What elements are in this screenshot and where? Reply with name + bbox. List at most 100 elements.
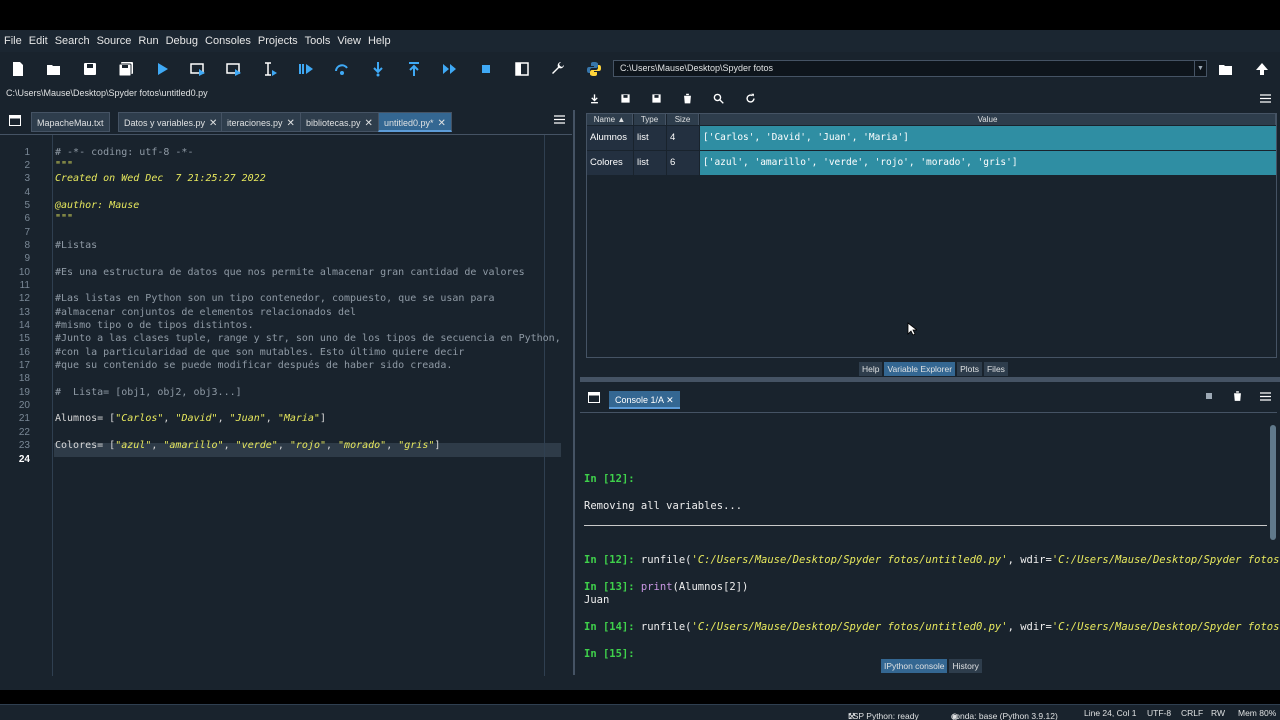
column-header-name[interactable]: Name ▲: [587, 114, 633, 125]
tab-history[interactable]: History: [949, 659, 982, 673]
browse-tabs-icon[interactable]: [3, 112, 23, 132]
editor-pane: MapacheMau.txt Datos y variables.py ✕ ite…: [0, 110, 575, 676]
stop-icon[interactable]: [474, 58, 498, 80]
step-into-icon[interactable]: [366, 58, 390, 80]
run-icon[interactable]: [150, 58, 174, 80]
close-icon[interactable]: ✕: [666, 395, 674, 405]
column-header-value[interactable]: Value: [700, 114, 1276, 125]
close-icon[interactable]: ✕: [438, 118, 446, 129]
console-pane: Console 1/A ✕ In [12]: Removing all vari…: [580, 382, 1280, 675]
refresh-icon[interactable]: [738, 87, 762, 109]
variable-value: ['azul', 'amarillo', 'verde', 'rojo', 'm…: [700, 151, 1276, 175]
bottom-right-pane-tabs: IPython console History: [881, 659, 984, 673]
tab-ipython-console[interactable]: IPython console: [881, 659, 948, 673]
line-number: 20: [18, 400, 30, 411]
continue-icon[interactable]: [438, 58, 462, 80]
line-number: 8: [24, 240, 30, 251]
python-path-icon[interactable]: [582, 58, 606, 80]
editor-options-menu-icon[interactable]: [550, 112, 570, 132]
line-number: 9: [24, 253, 30, 264]
step-over-icon[interactable]: [330, 58, 354, 80]
tab-files[interactable]: Files: [983, 362, 1008, 376]
remove-all-variables-icon[interactable]: [675, 87, 699, 109]
import-data-icon[interactable]: [582, 87, 606, 109]
tab-datos-y-variables[interactable]: Datos y variables.py ✕: [118, 112, 224, 132]
tab-bibliotecas[interactable]: bibliotecas.py ✕: [300, 112, 379, 132]
save-data-as-icon[interactable]: [644, 87, 668, 109]
browse-tabs-icon[interactable]: [582, 386, 606, 408]
save-all-icon[interactable]: [114, 58, 138, 80]
menu-search[interactable]: Search: [54, 35, 91, 47]
top-right-pane-tabs: Help Variable Explorer Plots Files: [859, 362, 1010, 376]
console-scrollbar[interactable]: [1270, 425, 1276, 540]
column-header-size[interactable]: Size: [667, 114, 699, 125]
menu-tools[interactable]: Tools: [304, 35, 332, 47]
menu-source[interactable]: Source: [96, 35, 133, 47]
close-icon[interactable]: ✕: [209, 118, 217, 129]
variable-name: Colores: [587, 151, 633, 175]
debug-file-icon[interactable]: [294, 58, 318, 80]
menu-projects[interactable]: Projects: [257, 35, 299, 47]
preferences-wrench-icon[interactable]: [546, 58, 570, 80]
working-directory-combo[interactable]: C:\Users\Mause\Desktop\Spyder fotos ▼: [613, 60, 1207, 77]
code-token: , wdir=: [1007, 621, 1052, 633]
options-menu-icon[interactable]: [1253, 385, 1277, 407]
tab-label: Console 1/A: [615, 395, 664, 405]
close-icon[interactable]: ✕: [287, 118, 295, 129]
interrupt-kernel-icon[interactable]: [1197, 385, 1221, 407]
tab-label: untitled0.py*: [384, 118, 434, 128]
variable-value: ['Carlos', 'David', 'Juan', 'Maria']: [700, 126, 1276, 150]
status-bar: ⚒ LSP Python: ready ◉ conda: base (Pytho…: [0, 704, 1280, 720]
code-line: #mismo tipo o de tipos distintos.: [55, 320, 254, 331]
variable-row[interactable]: Alumnos list 4 ['Carlos', 'David', 'Juan…: [587, 126, 1276, 150]
menu-help[interactable]: Help: [367, 35, 392, 47]
open-file-icon[interactable]: [42, 58, 66, 80]
save-icon[interactable]: [78, 58, 102, 80]
tab-help[interactable]: Help: [859, 362, 883, 376]
code-line: #Las listas en Python son un tipo conten…: [55, 293, 495, 304]
ipython-console[interactable]: In [12]: Removing all variables... In [1…: [580, 412, 1280, 660]
variable-row[interactable]: Colores list 6 ['azul', 'amarillo', 'ver…: [587, 151, 1276, 175]
code-editor[interactable]: 1 2 3 4 5 6 7 8 9 10 11 12 13 14 15 16 1…: [0, 134, 572, 676]
parent-directory-icon[interactable]: [1250, 58, 1274, 80]
tab-iteraciones[interactable]: iteraciones.py ✕: [221, 112, 301, 132]
sort-ascending-icon: ▲: [617, 115, 626, 124]
step-return-icon[interactable]: [402, 58, 426, 80]
tab-variable-explorer[interactable]: Variable Explorer: [884, 362, 956, 376]
string-token: "Maria": [277, 413, 320, 424]
string-token: 'C:/Users/Mause/Desktop/Spyder fotos': [1051, 554, 1280, 566]
prompt-label: In [13]:: [584, 581, 635, 593]
run-selection-icon[interactable]: [258, 58, 282, 80]
tab-console-1a[interactable]: Console 1/A ✕: [609, 391, 680, 409]
new-file-icon[interactable]: [6, 58, 30, 80]
menu-consoles[interactable]: Consoles: [204, 35, 252, 47]
run-cell-icon[interactable]: [186, 58, 210, 80]
run-cell-advance-icon[interactable]: [222, 58, 246, 80]
tab-mapachemau[interactable]: MapacheMau.txt: [31, 112, 110, 132]
save-data-icon[interactable]: [613, 87, 637, 109]
menu-view[interactable]: View: [336, 35, 362, 47]
menu-run[interactable]: Run: [137, 35, 159, 47]
search-icon[interactable]: [706, 87, 730, 109]
code-line: """: [55, 213, 74, 224]
close-icon[interactable]: ✕: [365, 118, 373, 129]
remove-all-variables-icon[interactable]: [1225, 385, 1249, 407]
mouse-pointer-icon: [907, 322, 919, 339]
options-menu-icon[interactable]: [1253, 87, 1277, 109]
menu-edit[interactable]: Edit: [28, 35, 49, 47]
variable-name: Alumnos: [587, 126, 633, 150]
tab-label: Datos y variables.py: [124, 118, 206, 128]
line-number: 23: [18, 440, 30, 451]
menu-file[interactable]: File: [3, 35, 23, 47]
string-token: 'C:/Users/Mause/Desktop/Spyder fotos': [1051, 621, 1280, 633]
menu-debug[interactable]: Debug: [165, 35, 199, 47]
line-number: 5: [24, 200, 30, 211]
browse-folder-icon[interactable]: [1214, 58, 1238, 80]
column-header-type[interactable]: Type: [634, 114, 666, 125]
chevron-down-icon[interactable]: ▼: [1194, 61, 1206, 76]
line-number: 1: [24, 147, 30, 158]
tab-untitled0[interactable]: untitled0.py* ✕: [378, 112, 452, 132]
maximize-pane-icon[interactable]: [510, 58, 534, 80]
code-line: #Listas: [55, 240, 98, 251]
tab-plots[interactable]: Plots: [957, 362, 982, 376]
